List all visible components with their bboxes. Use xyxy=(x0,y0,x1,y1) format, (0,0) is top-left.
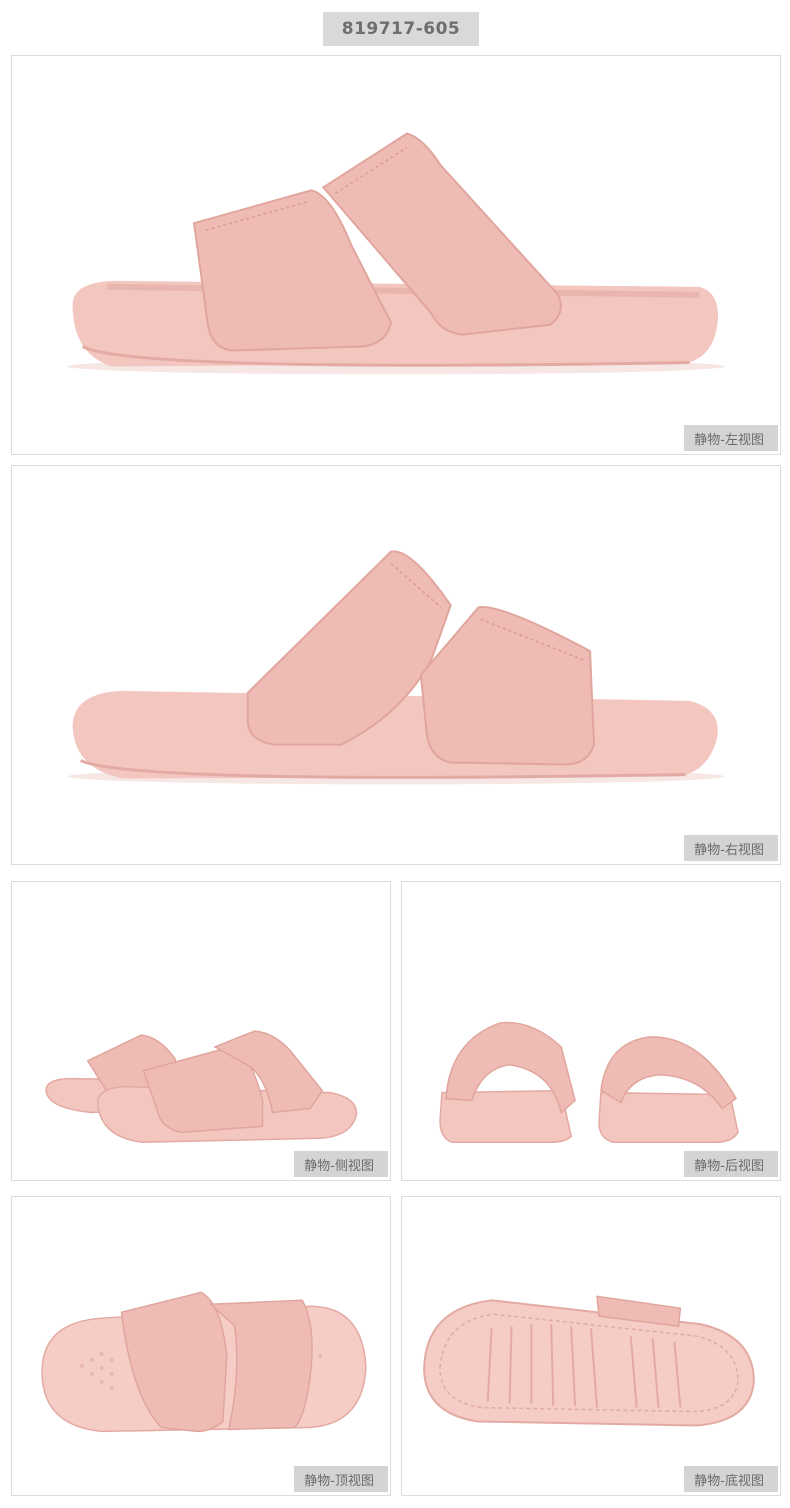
view-label-side: 静物-侧视图 xyxy=(294,1151,388,1177)
view-label-top: 静物-顶视图 xyxy=(294,1466,388,1492)
sandal-right-view-image xyxy=(67,550,725,785)
sandal-top-view-image xyxy=(41,1291,367,1433)
view-panel-right: 静物-右视图 xyxy=(11,465,781,865)
sandal-left-view-image xyxy=(67,132,725,375)
sandal-bottom-view-image xyxy=(423,1295,755,1427)
view-panel-top: 静物-顶视图 xyxy=(11,1196,391,1496)
sandal-side-view-image xyxy=(45,1030,358,1143)
sandal-back-view-image xyxy=(439,1021,739,1143)
view-panel-side: 静物-侧视图 xyxy=(11,881,391,1181)
view-panel-bottom: 静物-底视图 xyxy=(401,1196,781,1496)
view-label-right: 静物-右视图 xyxy=(684,835,778,861)
view-panel-left: 静物-左视图 xyxy=(11,55,781,455)
view-label-back: 静物-后视图 xyxy=(684,1151,778,1177)
product-code-badge: 819717-605 xyxy=(323,12,479,46)
view-panel-back: 静物-后视图 xyxy=(401,881,781,1181)
view-label-bottom: 静物-底视图 xyxy=(684,1466,778,1492)
view-label-left: 静物-左视图 xyxy=(684,425,778,451)
